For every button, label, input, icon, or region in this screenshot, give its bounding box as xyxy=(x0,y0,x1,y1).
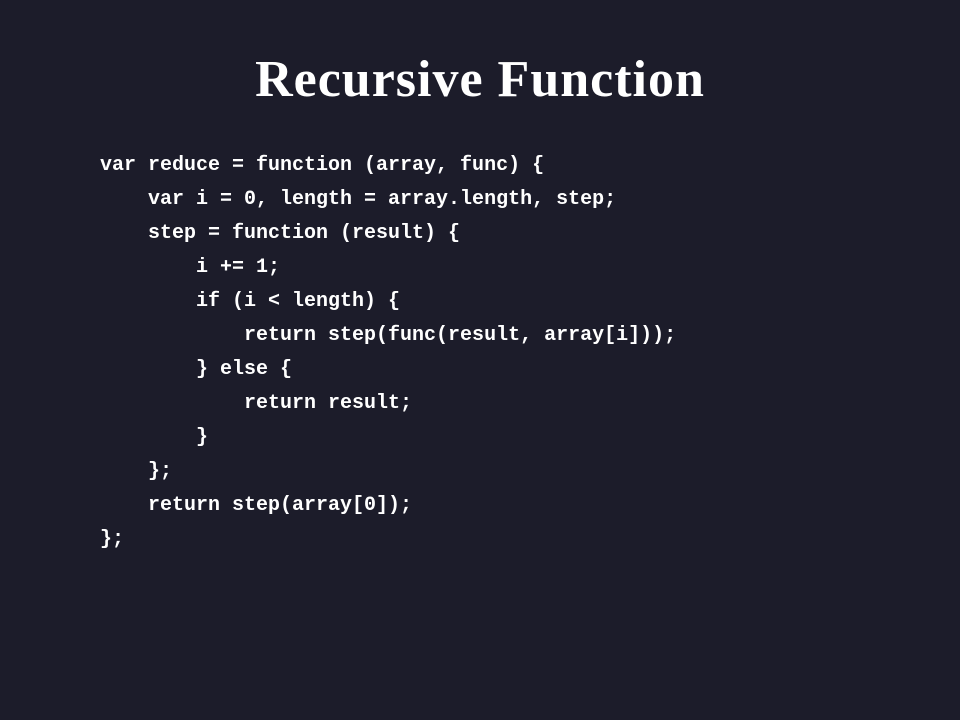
code-line: var reduce = function (array, func) { xyxy=(100,149,676,183)
code-line: var i = 0, length = array.length, step; xyxy=(100,183,676,217)
code-line: return step(func(result, array[i])); xyxy=(100,319,676,353)
page-title: Recursive Function xyxy=(255,50,705,109)
page-background: Recursive Function var reduce = function… xyxy=(0,0,960,720)
code-line: }; xyxy=(100,455,676,489)
code-line: if (i < length) { xyxy=(100,285,676,319)
code-line: } xyxy=(100,421,676,455)
code-line: }; xyxy=(100,523,676,557)
code-block: var reduce = function (array, func) { va… xyxy=(100,149,676,557)
code-line: return step(array[0]); xyxy=(100,489,676,523)
code-line: return result; xyxy=(100,387,676,421)
code-line: } else { xyxy=(100,353,676,387)
code-line: i += 1; xyxy=(100,251,676,285)
code-line: step = function (result) { xyxy=(100,217,676,251)
